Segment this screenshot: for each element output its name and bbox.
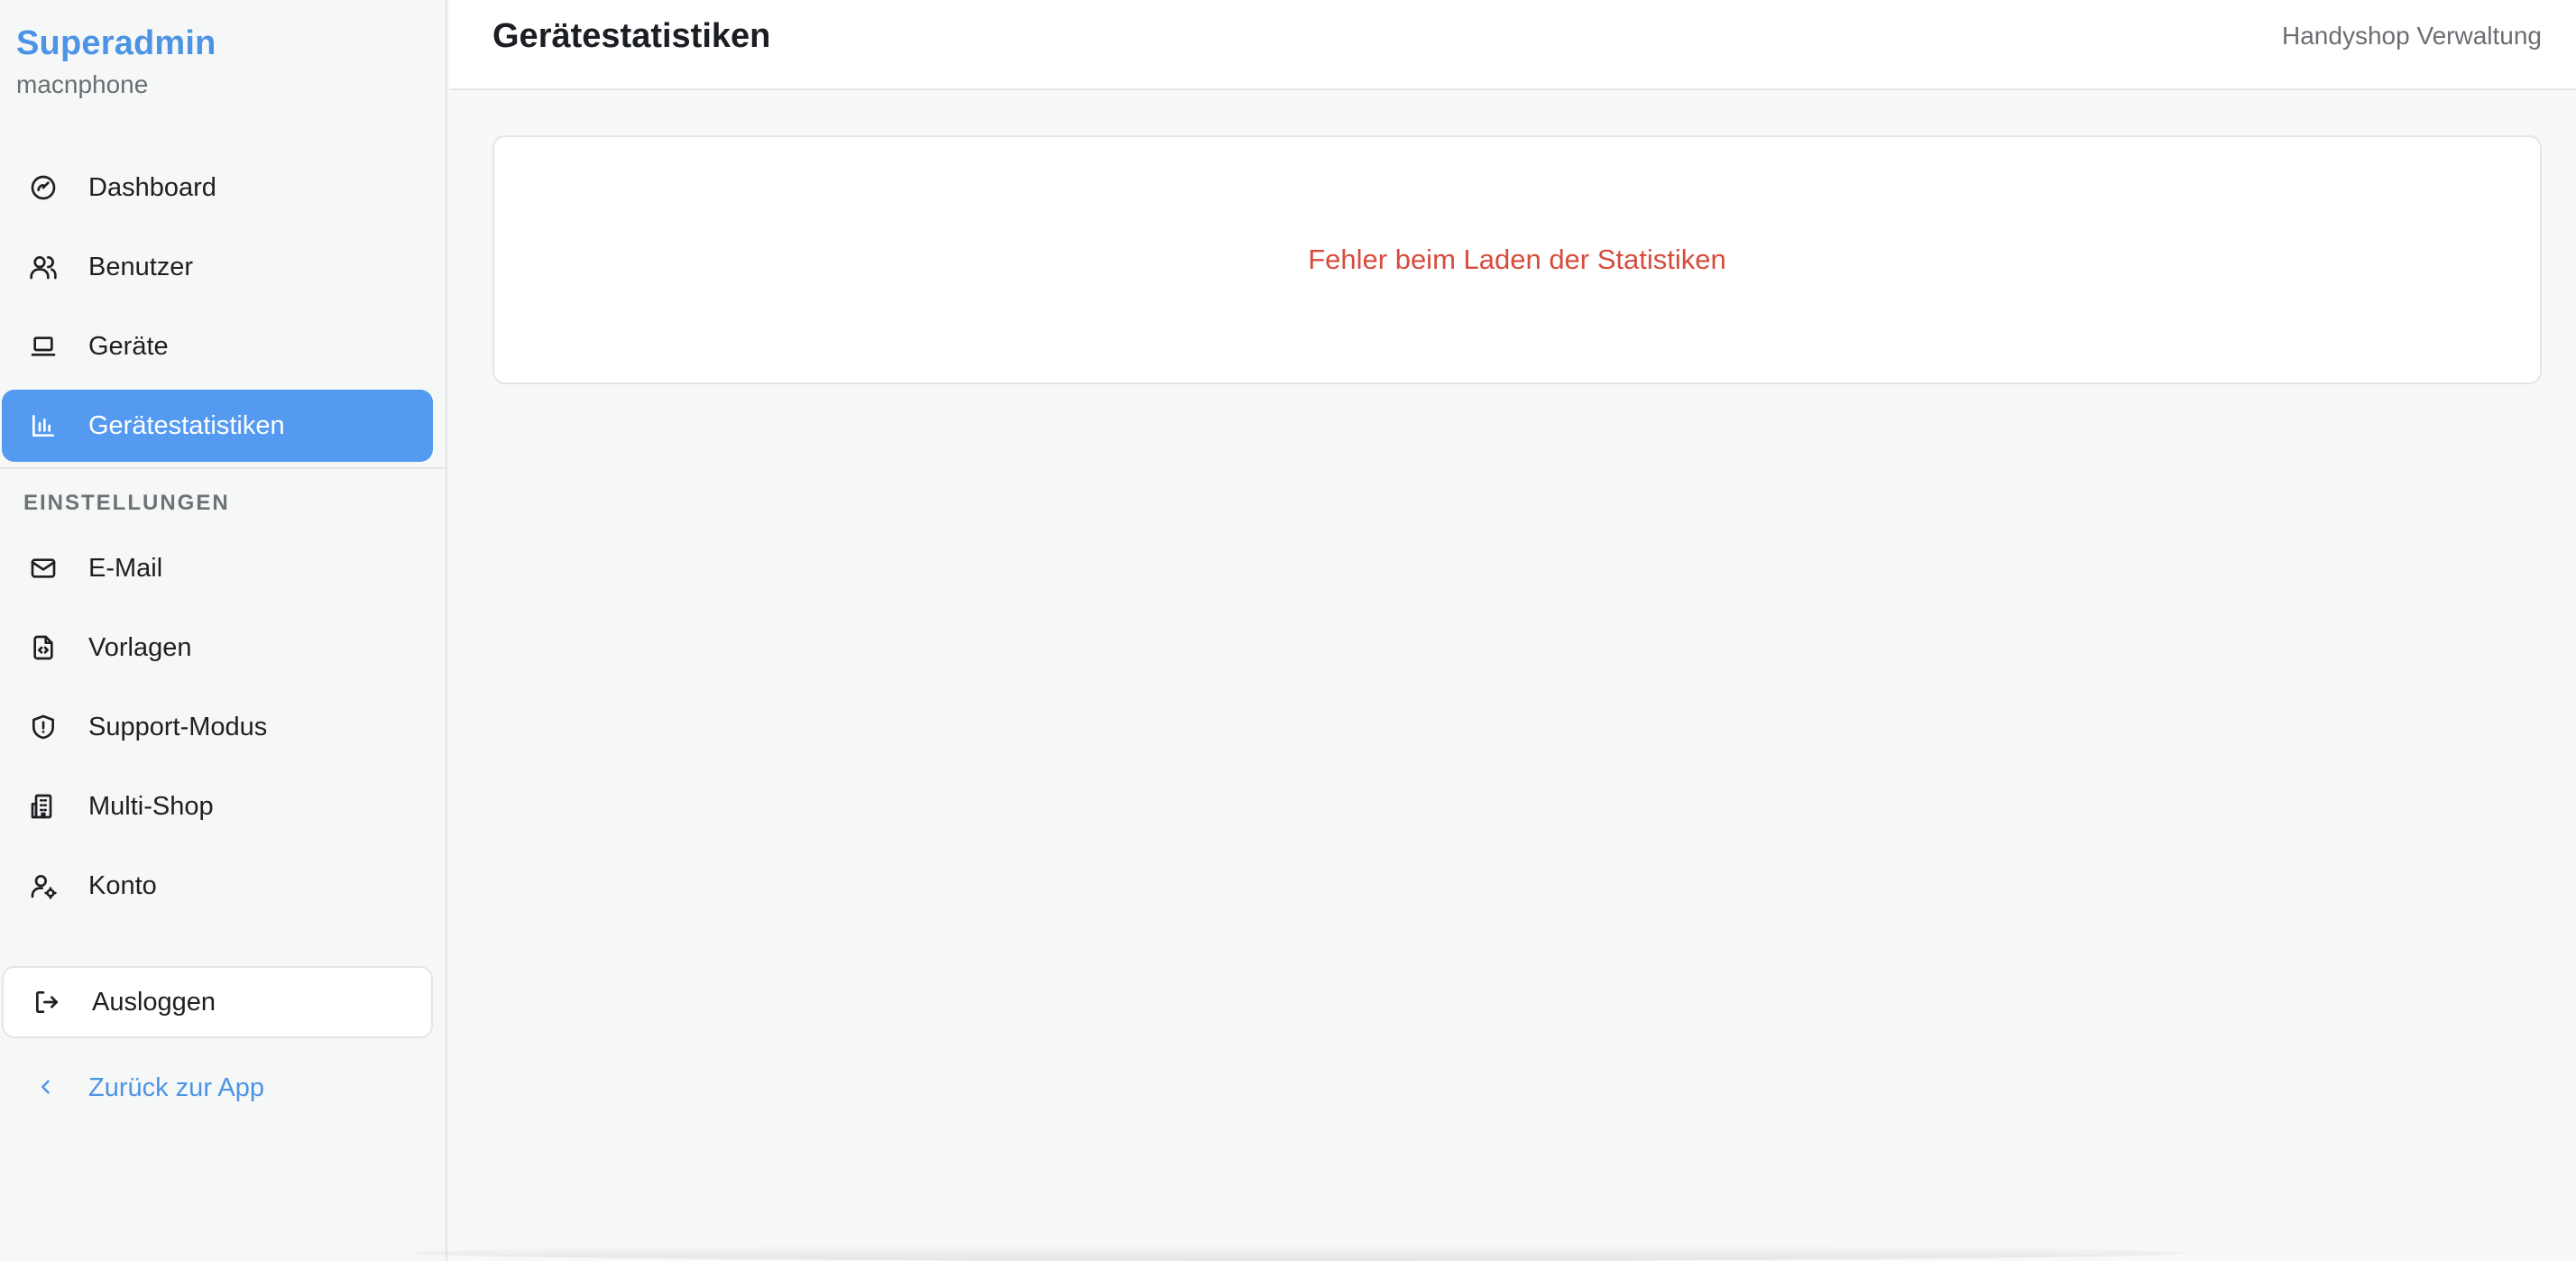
sidebar-item-label: Gerätestatistiken [88,411,285,440]
logout-button[interactable]: Ausloggen [2,966,433,1038]
gauge-icon [29,173,58,202]
app-root: Superadmin macnphone Dashboard Benutzer [0,0,2576,1261]
chevron-left-icon [32,1073,60,1100]
laptop-icon [29,332,58,361]
sidebar-item-device-stats[interactable]: Gerätestatistiken [2,390,433,462]
logout-label: Ausloggen [92,988,216,1017]
file-code-icon [29,633,58,662]
sidebar-item-label: Vorlagen [88,633,192,662]
sidebar-item-support-mode[interactable]: Support-Modus [2,691,433,763]
sidebar-divider [0,467,447,469]
sidebar-item-label: E-Mail [88,554,163,583]
error-message: Fehler beim Laden der Statistiken [1308,244,1726,275]
main-nav: Dashboard Benutzer Geräte Gerätestatisti… [0,152,447,469]
settings-section-label: EINSTELLUNGEN [23,491,230,515]
shield-icon [29,713,58,741]
page-title: Gerätestatistiken [492,17,771,55]
settings-nav: E-Mail Vorlagen Support-Modus Multi-Shop… [0,532,447,929]
app-name: Handyshop Verwaltung [2282,22,2542,50]
stats-card: Fehler beim Laden der Statistiken [492,135,2542,384]
sidebar-item-account[interactable]: Konto [2,850,433,922]
back-to-app-link[interactable]: Zurück zur App [2,1054,433,1122]
sidebar-item-label: Konto [88,871,157,900]
bar-chart-icon [29,411,58,440]
user-cog-icon [29,871,58,900]
sidebar-item-email[interactable]: E-Mail [2,532,433,604]
brand-title: Superadmin [16,24,216,62]
brand-subtitle: macnphone [16,70,149,98]
sidebar-item-label: Benutzer [88,253,194,281]
users-icon [29,253,58,281]
brand: Superadmin macnphone [16,20,216,101]
mail-icon [29,554,58,583]
sidebar-item-label: Support-Modus [88,713,268,741]
logout-icon [32,988,61,1017]
sidebar: Superadmin macnphone Dashboard Benutzer [0,0,447,1261]
sidebar-item-label: Dashboard [88,173,216,202]
sidebar-item-label: Geräte [88,332,169,361]
building-icon [29,792,58,821]
sidebar-item-multi-shop[interactable]: Multi-Shop [2,770,433,842]
sidebar-item-devices[interactable]: Geräte [2,310,433,382]
sidebar-item-label: Multi-Shop [88,792,214,821]
sidebar-item-templates[interactable]: Vorlagen [2,612,433,684]
back-to-app-label: Zurück zur App [88,1073,265,1102]
sidebar-item-dashboard[interactable]: Dashboard [2,152,433,224]
bottom-shadow [415,1245,2183,1261]
sidebar-item-users[interactable]: Benutzer [2,231,433,303]
top-header: Gerätestatistiken Handyshop Verwaltung [449,0,2576,90]
